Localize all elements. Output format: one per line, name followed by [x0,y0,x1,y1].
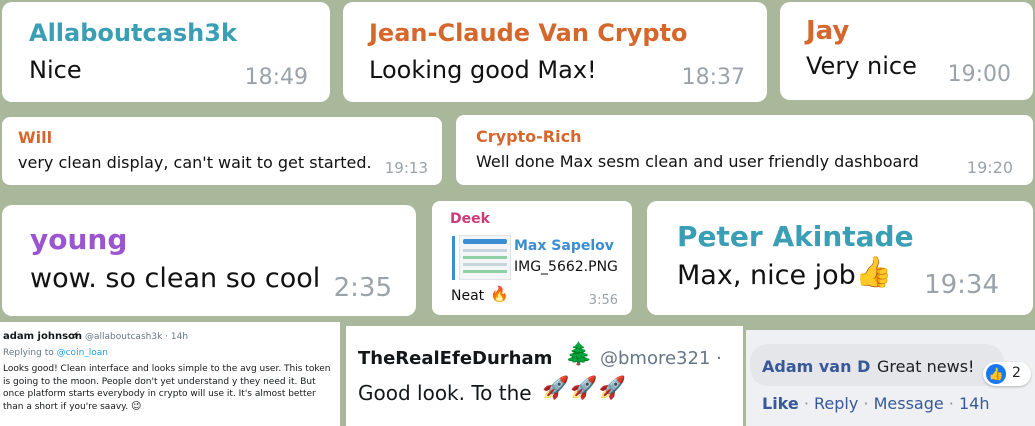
message-time: 19:34 [924,270,999,300]
message-bubble: Will very clean display, can't wait to g… [2,117,442,185]
image-thumbnail[interactable] [459,235,511,280]
message-text: Nice [29,56,82,84]
message-link[interactable]: Message [874,394,944,413]
message-text: very clean display, can't wait to get st… [18,153,372,172]
message-bubble: young wow. so clean so cool 2:35 [2,205,416,316]
fire-emoji-icon: 🔥 [490,285,509,303]
separator: · [798,394,815,413]
tweet-body: Looks good! Clean interface and looks si… [3,363,335,413]
message-bubble: Crypto-Rich Well done Max sesm clean and… [456,115,1033,185]
reply-to-link[interactable]: @coin_loan [57,348,108,358]
tweet-card: TheRealEfeDurham 🌲 @bmore321 · Good look… [346,326,743,426]
separator: · [943,394,959,413]
fb-comment: Adam van D Great news! 👍 2 Like · Reply … [746,330,1035,426]
tweet-author-name[interactable]: adam johnson [3,331,82,342]
message-time: 19:00 [947,62,1011,87]
message-bubble: Jean-Claude Van Crypto Looking good Max!… [343,2,767,102]
message-bubble: Allaboutcash3k Nice 18:49 [2,2,330,102]
sender-name[interactable]: Jay [806,16,849,46]
sender-name[interactable]: young [30,223,127,256]
tree-emoji-icon: 🌲 [565,342,593,367]
message-time: 3:56 [588,293,618,308]
message-time: 19:13 [384,159,428,177]
tweet-card: adam johnson ⚡ @allaboutcash3k · 14h Rep… [0,322,340,426]
message-text: Looking good Max! [369,56,597,84]
file-name[interactable]: IMG_5662.PNG [514,259,618,275]
lightning-emoji-icon: ⚡ [72,329,80,342]
tweet-handle[interactable]: @allaboutcash3k · 14h [85,332,188,342]
tweet-body-text: Looks good! Clean interface and looks si… [3,364,331,412]
thumbnail-line [463,263,507,266]
forward-bar [452,236,455,280]
sender-name[interactable]: Allaboutcash3k [29,19,237,47]
message-text: Very nice [806,52,917,80]
message-text: Well done Max sesm clean and user friend… [476,152,919,171]
reply-prefix: Replying to [3,348,57,358]
sender-name[interactable]: Peter Akintade [677,220,914,253]
reaction-count[interactable]: 👍 2 [983,362,1031,386]
message-time: 18:49 [244,65,308,90]
sender-name[interactable]: Crypto-Rich [476,127,581,146]
wink-emoji-icon: 😉 [130,400,142,412]
tweet-text: Good look. To the [358,381,532,405]
thumbnail-line [463,249,507,252]
comment-time[interactable]: 14h [959,394,990,413]
tweet-author-name[interactable]: TheRealEfeDurham [358,348,552,369]
sender-name[interactable]: Will [18,128,52,147]
tweet-handle[interactable]: @bmore321 · [600,348,722,369]
forward-name[interactable]: Max Sapelov [514,238,614,254]
message-bubble: Peter Akintade Max, nice job 👍 19:34 [647,201,1033,315]
reaction-number: 2 [1012,365,1021,381]
comment-text: Great news! [877,357,975,376]
message-bubble: Deek Max Sapelov IMG_5662.PNG Neat 🔥 3:5… [432,201,632,315]
thumbnail-line [463,256,507,259]
thumbs-up-emoji-icon: 👍 [855,255,893,290]
separator: · [858,394,874,413]
thumbnail-header [463,239,507,244]
message-text: Max, nice job [677,260,856,291]
reply-line: Replying to @coin_loan [3,348,108,358]
reply-link[interactable]: Reply [814,394,858,413]
message-time: 19:20 [966,158,1013,177]
comment-actions: Like · Reply · Message · 14h [762,394,989,413]
message-bubble: Jay Very nice 19:00 [780,2,1033,100]
sender-name[interactable]: Deek [450,211,490,227]
message-text: Neat [451,288,485,304]
rocket-emoji-icons: 🚀🚀🚀 [542,376,628,401]
message-time: 18:37 [681,65,745,90]
message-time: 2:35 [333,273,392,303]
sender-name[interactable]: Jean-Claude Van Crypto [369,19,688,47]
thumbnail-line [463,270,507,273]
like-link[interactable]: Like [762,394,799,413]
commenter-name[interactable]: Adam van D [762,357,870,376]
like-reaction-icon: 👍 [986,364,1006,384]
message-text: wow. so clean so cool [30,263,321,294]
